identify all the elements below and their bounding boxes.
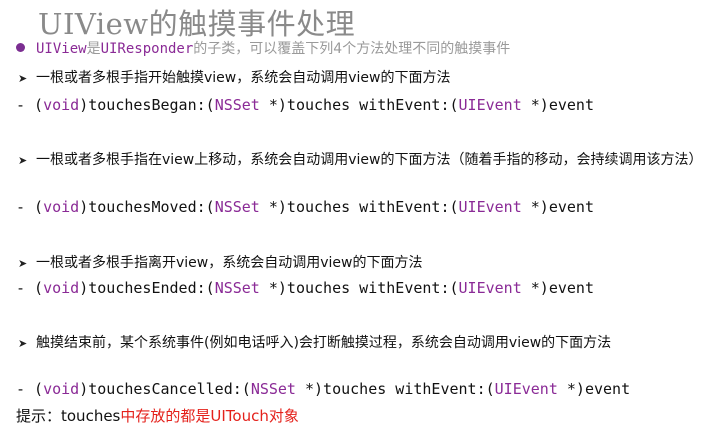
intro-text-2: 的子类，可以覆盖下列4个方法处理不同的触摸事件: [193, 41, 511, 57]
arrow-bullet-icon: ➤: [18, 337, 28, 350]
bullet-dot: [16, 43, 25, 52]
tip-text: 提示：touches中存放的都是UITouch对象: [16, 405, 299, 426]
arrow-bullet-icon: ➤: [18, 72, 28, 85]
method-description: 触摸结束前，某个系统事件(例如电话呼入)会打断触摸过程，系统会自动调用view的…: [36, 335, 612, 351]
intro-text: UIView是UIResponder的子类，可以覆盖下列4个方法处理不同的触摸事…: [36, 38, 510, 58]
tip-prefix: 提示：touches: [16, 407, 121, 425]
intro-keyword-uiresponder: UIResponder: [100, 41, 194, 57]
tip-highlight: 中存放的都是UITouch对象: [120, 407, 299, 425]
intro-keyword-uiview: UIView: [36, 41, 87, 57]
method-signature-moved: - (void)touchesMoved:(NSSet *)touches wi…: [16, 198, 594, 216]
method-signature-ended: - (void)touchesEnded:(NSSet *)touches wi…: [16, 279, 594, 297]
arrow-bullet-icon: ➤: [18, 154, 28, 167]
arrow-bullet-icon: ➤: [18, 257, 28, 270]
method-description: 一根或者多根手指开始触摸view，系统会自动调用view的下面方法: [36, 70, 451, 86]
method-description: 一根或者多根手指在view上移动，系统会自动调用view的下面方法（随着手指的移…: [36, 152, 703, 168]
page-title: UIView的触摸事件处理: [38, 7, 356, 41]
intro-text-1: 是: [86, 41, 101, 57]
method-signature-cancelled: - (void)touchesCancelled:(NSSet *)touche…: [16, 380, 631, 398]
method-description: 一根或者多根手指离开view，系统会自动调用view的下面方法: [36, 255, 423, 271]
method-signature-began: - (void)touchesBegan:(NSSet *)touches wi…: [16, 96, 594, 114]
